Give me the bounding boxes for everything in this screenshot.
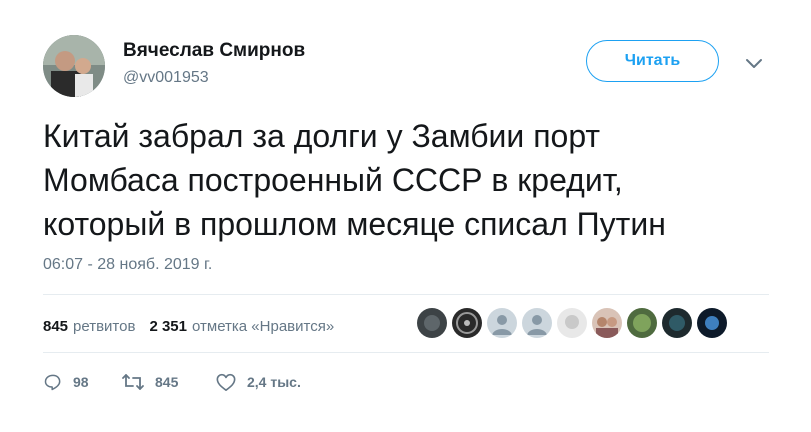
chevron-down-icon[interactable] — [744, 56, 764, 70]
author-name[interactable]: Вячеслав Смирнов — [123, 40, 305, 62]
liker-avatar-blue[interactable] — [695, 306, 729, 340]
tweet-actions: 98 845 2,4 тыс. — [43, 372, 301, 392]
tweet-stats: 845 ретвитов 2 351 отметка «Нравится» — [43, 318, 334, 335]
default-avatar-icon[interactable] — [485, 306, 519, 340]
liker-avatar-dark[interactable] — [415, 306, 449, 340]
retweet-count: 845 — [155, 374, 179, 390]
retweet-button[interactable]: 845 — [121, 372, 215, 392]
liker-avatar-group[interactable] — [590, 306, 624, 340]
like-button[interactable]: 2,4 тыс. — [215, 372, 301, 392]
reply-icon — [44, 374, 61, 391]
tweet-text: Китай забрал за долги у Замбии порт Момб… — [43, 118, 666, 242]
liker-avatar-green[interactable] — [625, 306, 659, 340]
liker-avatar-light[interactable] — [555, 306, 589, 340]
author-avatar[interactable] — [43, 35, 105, 97]
liker-avatar-teal[interactable] — [660, 306, 694, 340]
liker-avatars — [415, 306, 730, 340]
default-avatar-icon[interactable] — [520, 306, 554, 340]
likes-count[interactable]: 2 351 — [149, 318, 187, 335]
likes-label[interactable]: отметка «Нравится» — [192, 318, 334, 335]
liker-avatar-dial[interactable] — [450, 306, 484, 340]
tweet-timestamp[interactable]: 06:07 - 28 нояб. 2019 г. — [43, 256, 212, 274]
follow-button[interactable]: Читать — [586, 40, 719, 82]
like-count: 2,4 тыс. — [247, 374, 301, 390]
reply-count: 98 — [73, 374, 89, 390]
retweet-icon — [122, 374, 144, 390]
author-handle[interactable]: @vv001953 — [123, 69, 209, 87]
heart-icon — [216, 373, 236, 391]
retweets-count[interactable]: 845 — [43, 318, 68, 335]
divider — [43, 352, 769, 353]
retweets-label[interactable]: ретвитов — [73, 318, 135, 335]
avatar-photo-icon — [43, 35, 105, 97]
divider — [43, 294, 769, 295]
reply-button[interactable]: 98 — [43, 372, 121, 392]
